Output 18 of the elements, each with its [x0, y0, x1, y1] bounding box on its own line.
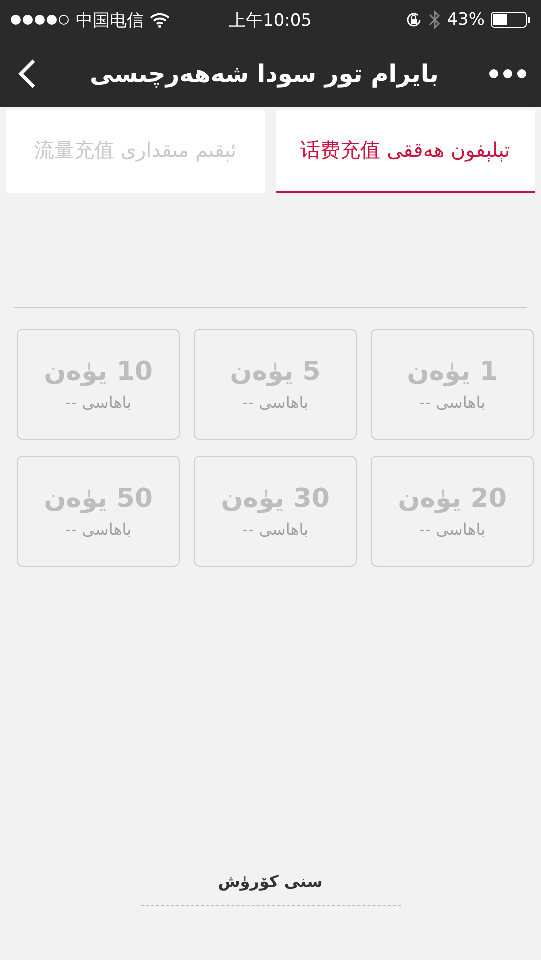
wifi-icon	[150, 12, 170, 28]
price-label: باھاسى --	[242, 393, 309, 412]
carrier-label: 中国电信	[76, 10, 144, 32]
price-label: باھاسى --	[420, 520, 486, 539]
price-label: باھاسى --	[420, 393, 486, 412]
page-title: بايرام تور سودا شەھەرچىسى	[90, 60, 439, 88]
price-label: باھاسى --	[66, 520, 132, 539]
rotation-lock-icon	[405, 11, 424, 29]
price-label: باھاسى --	[242, 520, 309, 539]
price-label: باھاسى --	[66, 393, 132, 412]
tab[interactable]: تېلېفون ھەققى 话费充值	[276, 110, 535, 193]
more-icon[interactable]	[489, 68, 527, 78]
clock: 上午10:05	[229, 10, 312, 30]
battery-percent: 43%	[447, 10, 485, 30]
view-link[interactable]: سنى كۆرۈش	[218, 872, 323, 891]
battery-icon	[491, 12, 531, 28]
bluetooth-icon	[429, 10, 442, 30]
signal-icon	[10, 14, 70, 26]
